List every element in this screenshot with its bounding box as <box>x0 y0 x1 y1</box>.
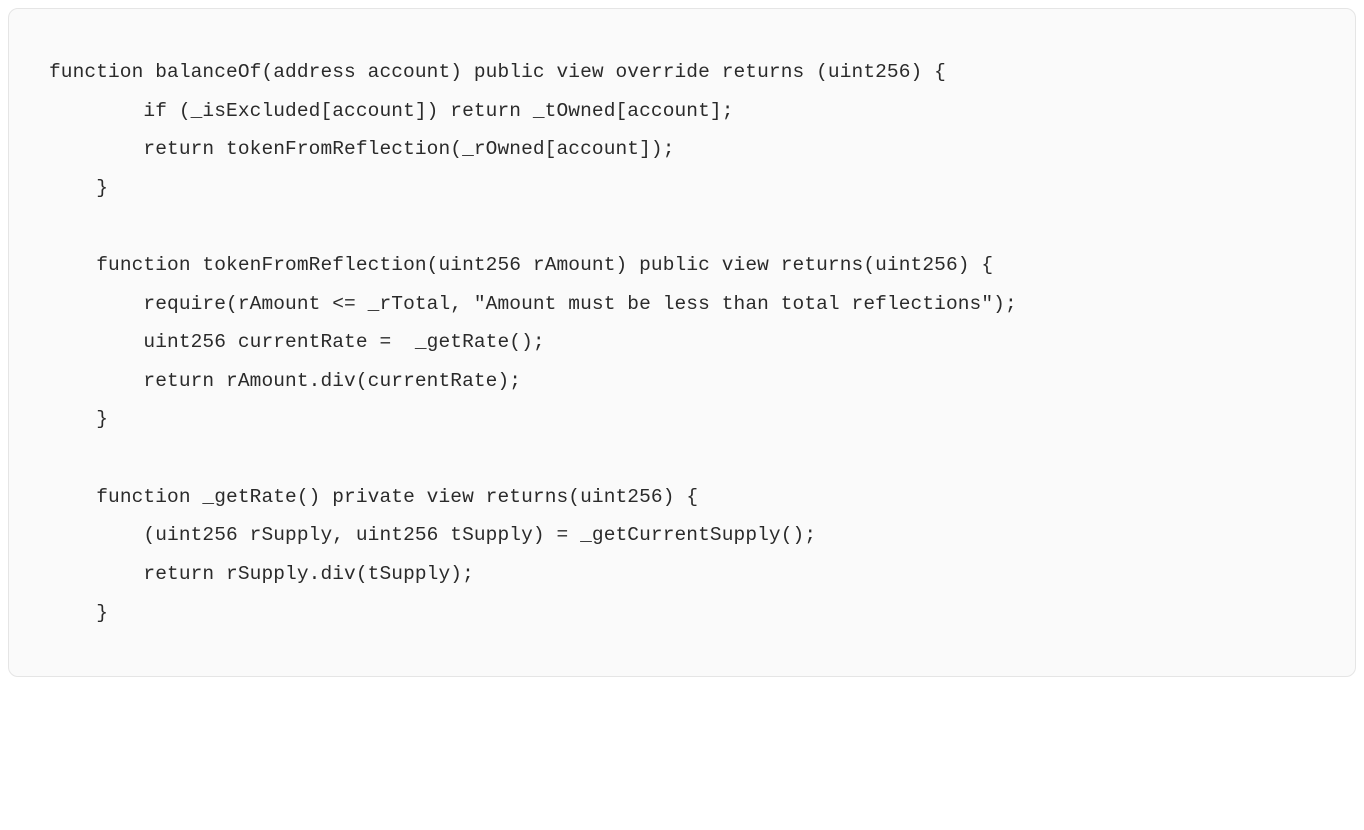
code-content: function balanceOf(address account) publ… <box>49 53 1315 632</box>
code-block: function balanceOf(address account) publ… <box>8 8 1356 677</box>
